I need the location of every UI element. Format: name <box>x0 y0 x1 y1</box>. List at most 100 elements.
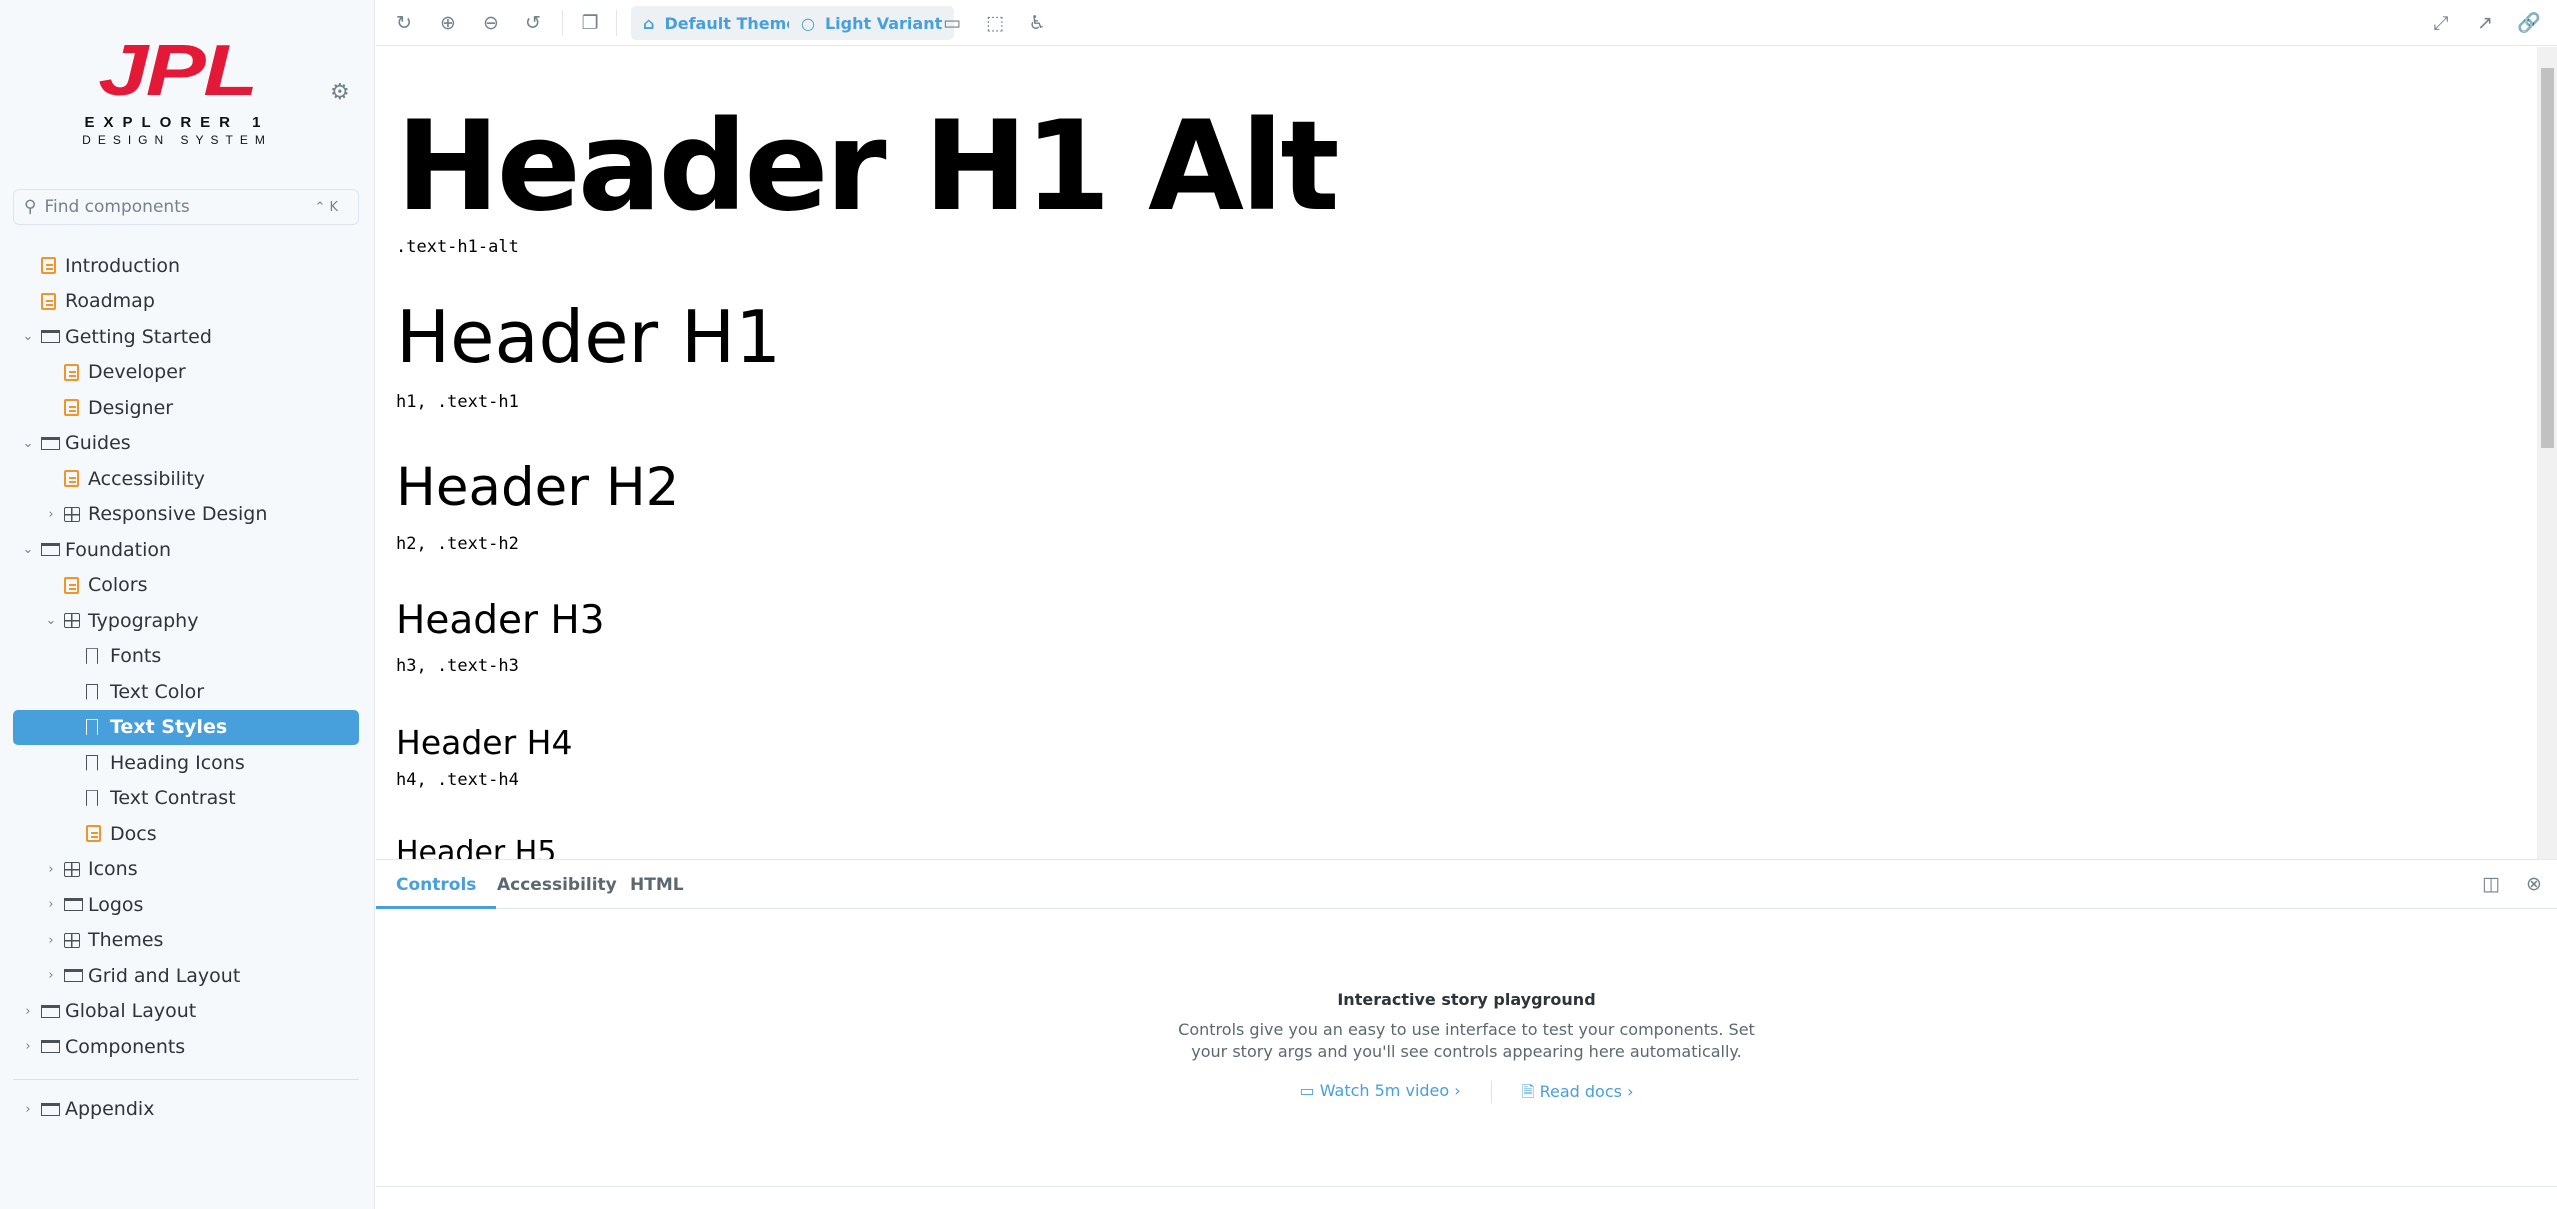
zoom-in-icon[interactable]: ⊕ <box>435 10 461 36</box>
search-box[interactable]: ⚲ ⌃ K <box>13 189 359 225</box>
sidebar-item-label: Text Contrast <box>110 787 236 810</box>
chevron-right-icon[interactable]: › <box>44 862 58 877</box>
nav-tree: Introduction Roadmap ⌄ Getting Started Devel… <box>0 248 375 1127</box>
chevron-right-icon[interactable]: › <box>44 968 58 983</box>
scrollbar-thumb[interactable] <box>2541 68 2554 448</box>
read-docs-link[interactable]: 🗎 Read docs › <box>1492 1081 1664 1108</box>
sidebar-item-label: Appendix <box>65 1098 155 1121</box>
sidebar: JPL EXPLORER 1 DESIGN SYSTEM ⚙ ⚲ ⌃ K Int… <box>0 0 375 1209</box>
sidebar-item-label: Designer <box>88 396 174 419</box>
open-new-tab-icon[interactable]: ↗ <box>2472 10 2498 36</box>
divider <box>616 10 617 36</box>
empty-title: Interactive story playground <box>1337 990 1596 1009</box>
sidebar-item-foundation[interactable]: ⌄ Foundation <box>0 532 375 568</box>
sidebar-item-developer[interactable]: Developer <box>0 355 375 391</box>
sidebar-item-global-layout[interactable]: › Global Layout <box>0 994 375 1030</box>
sidebar-item-docs[interactable]: Docs <box>0 816 375 852</box>
chevron-right-icon[interactable]: › <box>21 1004 35 1019</box>
video-link-label: Watch 5m video <box>1319 1081 1450 1100</box>
variant-label: Light Variant <box>824 13 943 33</box>
logo-line2: DESIGN SYSTEM <box>82 133 272 147</box>
sidebar-item-responsive-design[interactable]: › Responsive Design <box>0 497 375 533</box>
sidebar-item-label: Themes <box>88 929 164 952</box>
reload-icon[interactable]: ↻ <box>391 10 417 36</box>
background-icon[interactable]: ❐ <box>577 10 603 36</box>
theme-button[interactable]: ⌂ Default Theme <box>631 6 810 40</box>
accessibility-icon[interactable]: ♿ <box>1024 10 1050 36</box>
link-icon[interactable]: 🔗 <box>2516 10 2542 36</box>
header-h1: Header H1 <box>396 295 781 379</box>
sidebar-item-guides[interactable]: ⌄ Guides <box>0 426 375 462</box>
chevron-down-icon[interactable]: ⌄ <box>21 436 35 451</box>
sidebar-item-label: Logos <box>88 893 144 916</box>
outline-icon[interactable]: ⬚ <box>982 10 1008 36</box>
component-icon <box>64 613 80 629</box>
sidebar-item-label: Getting Started <box>65 325 212 348</box>
search-icon: ⚲ <box>24 197 37 217</box>
sidebar-item-themes[interactable]: › Themes <box>0 923 375 959</box>
preview-scrollbar[interactable] <box>2537 47 2557 859</box>
panel-orientation-icon[interactable]: ◫ <box>2478 871 2504 897</box>
fullscreen-icon[interactable]: ⤢ <box>2428 10 2454 36</box>
sidebar-item-label: Typography <box>88 609 199 632</box>
code-h4: h4, .text-h4 <box>396 770 519 790</box>
sidebar-item-typography[interactable]: ⌄ Typography <box>0 603 375 639</box>
gear-icon[interactable]: ⚙ <box>330 82 352 104</box>
code-h1-alt: .text-h1-alt <box>396 237 519 257</box>
search-input[interactable] <box>44 197 315 217</box>
document-icon: 🗎 <box>1521 1082 1540 1101</box>
sidebar-item-icons[interactable]: › Icons <box>0 852 375 888</box>
sidebar-item-heading-icons[interactable]: Heading Icons <box>0 745 375 781</box>
chevron-right-icon[interactable]: › <box>44 897 58 912</box>
sidebar-item-text-styles[interactable]: Text Styles <box>13 709 359 745</box>
folder-icon <box>41 330 60 344</box>
sidebar-item-label: Foundation <box>65 538 172 561</box>
folder-icon <box>41 1004 60 1018</box>
code-h1: h1, .text-h1 <box>396 392 519 412</box>
chevron-right-icon[interactable]: › <box>21 1102 35 1117</box>
document-icon <box>41 292 56 310</box>
sidebar-item-designer[interactable]: Designer <box>0 390 375 426</box>
document-icon <box>64 576 79 594</box>
ruler-icon[interactable]: ▭ <box>939 10 965 36</box>
chevron-right-icon[interactable]: › <box>21 1039 35 1054</box>
tab-html[interactable]: HTML <box>630 860 684 909</box>
sidebar-item-appendix[interactable]: › Appendix <box>0 1092 375 1128</box>
sidebar-item-getting-started[interactable]: ⌄ Getting Started <box>0 319 375 355</box>
sidebar-item-colors[interactable]: Colors <box>0 568 375 604</box>
sidebar-item-text-contrast[interactable]: Text Contrast <box>0 781 375 817</box>
chevron-down-icon[interactable]: ⌄ <box>21 542 35 557</box>
bookmark-icon <box>86 719 98 736</box>
chevron-down-icon[interactable]: ⌄ <box>21 329 35 344</box>
folder-icon <box>41 1102 60 1116</box>
logo-brand: JPL <box>98 31 258 111</box>
sidebar-item-label: Components <box>65 1035 186 1058</box>
document-icon <box>64 399 79 417</box>
toolbar: ↻ ⊕ ⊖ ↺ ❐ ⌂ Default Theme ○ Light Variant … <box>376 0 2557 46</box>
chevron-right-icon[interactable]: › <box>44 507 58 522</box>
tab-accessibility[interactable]: Accessibility <box>497 860 617 909</box>
watch-video-link[interactable]: ▭ Watch 5m video › <box>1270 1081 1491 1108</box>
sidebar-item-label: Icons <box>88 858 138 881</box>
jpl-logo[interactable]: JPL EXPLORER 1 DESIGN SYSTEM <box>82 35 272 147</box>
sidebar-item-components[interactable]: › Components <box>0 1029 375 1065</box>
sidebar-item-label: Text Color <box>110 680 205 703</box>
sidebar-item-label: Docs <box>110 822 157 845</box>
zoom-out-icon[interactable]: ⊖ <box>478 10 504 36</box>
sidebar-item-grid-and-layout[interactable]: › Grid and Layout <box>0 958 375 994</box>
sidebar-item-fonts[interactable]: Fonts <box>0 639 375 675</box>
tab-controls[interactable]: Controls <box>376 860 497 909</box>
folder-icon <box>41 1040 60 1054</box>
sidebar-item-accessibility[interactable]: Accessibility <box>0 461 375 497</box>
sidebar-item-introduction[interactable]: Introduction <box>0 248 375 284</box>
variant-button[interactable]: ○ Light Variant <box>789 6 955 40</box>
sidebar-item-text-color[interactable]: Text Color <box>0 674 375 710</box>
chevron-right-icon[interactable]: › <box>44 933 58 948</box>
close-panel-icon[interactable]: ⊗ <box>2521 871 2547 897</box>
chevron-down-icon[interactable]: ⌄ <box>44 613 58 628</box>
zoom-reset-icon[interactable]: ↺ <box>520 10 546 36</box>
divider <box>13 1078 359 1080</box>
sidebar-item-roadmap[interactable]: Roadmap <box>0 284 375 320</box>
folder-icon <box>64 898 83 912</box>
sidebar-item-logos[interactable]: › Logos <box>0 887 375 923</box>
